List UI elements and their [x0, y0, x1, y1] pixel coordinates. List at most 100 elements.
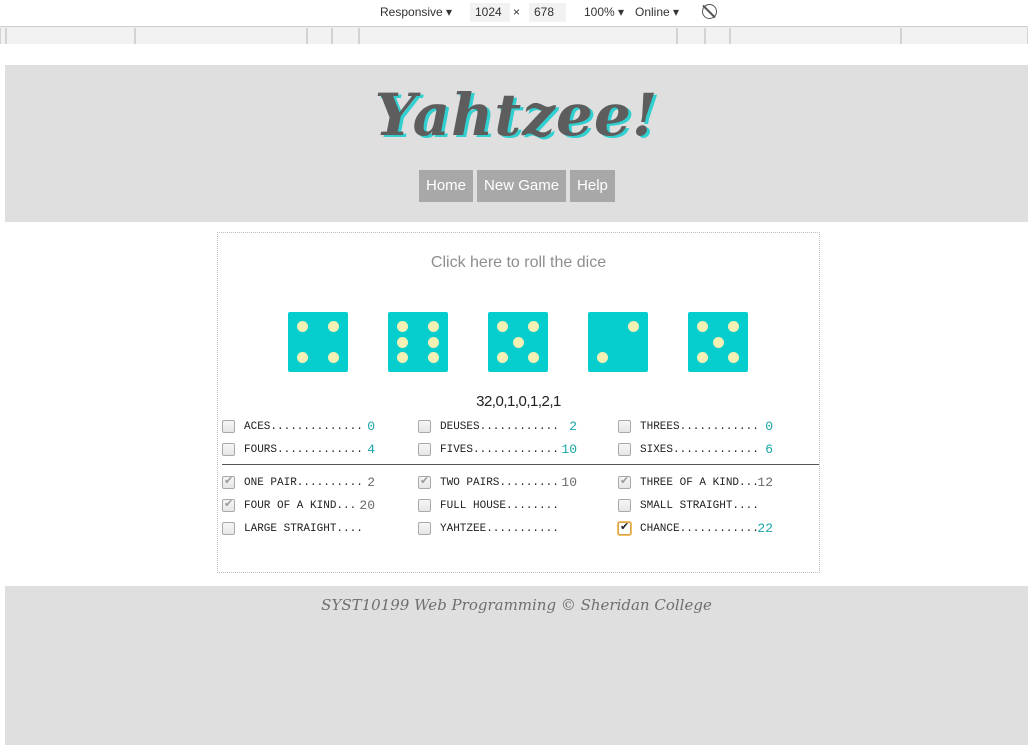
score-cell: SMALL STRAIGHT....: [618, 496, 808, 516]
score-checkbox[interactable]: [222, 474, 235, 489]
score-checkbox[interactable]: [618, 443, 631, 456]
score-value: 12: [757, 475, 773, 490]
ruler-segment[interactable]: [307, 28, 332, 44]
score-checkbox[interactable]: [418, 522, 431, 535]
ruler-segment[interactable]: [730, 28, 901, 44]
site-logo: Yahtzee!: [374, 81, 659, 149]
score-label: LARGE STRAIGHT....: [244, 523, 363, 535]
die-2[interactable]: [388, 312, 448, 372]
score-cell: FOURS............. 4: [222, 440, 412, 460]
die-pip: [428, 321, 439, 332]
score-checkbox[interactable]: [418, 443, 431, 456]
score-checkbox[interactable]: [222, 522, 235, 535]
nav-help[interactable]: Help: [570, 170, 615, 202]
score-label: YAHTZEE...........: [440, 523, 559, 535]
score-cell: CHANCE............22: [618, 519, 808, 539]
score-checkbox[interactable]: [618, 520, 631, 535]
die-pip: [397, 336, 408, 348]
die-pip: [397, 352, 408, 363]
media-query-ruler: [0, 26, 1028, 44]
score-cell: THREE OF A KIND...12: [618, 473, 808, 493]
network-label: Online: [635, 5, 670, 19]
die-pip: [397, 321, 408, 332]
score-checkbox[interactable]: [618, 474, 631, 489]
die-5[interactable]: [688, 312, 748, 372]
die-pip: [697, 321, 708, 332]
die-pip: [712, 336, 724, 348]
score-cell: SIXES............. 6: [618, 440, 808, 460]
score-label: FULL HOUSE........: [440, 500, 559, 512]
score-checkbox[interactable]: [222, 443, 235, 456]
game-board: Click here to roll the dice 32,0,1,0,1,2…: [217, 232, 820, 573]
device-select[interactable]: Responsive ▾: [380, 5, 452, 19]
footer-text: SYST10199 Web Programming © Sheridan Col…: [321, 596, 712, 614]
die-pip: [597, 352, 608, 363]
ruler-segment[interactable]: [332, 28, 359, 44]
score-cell: YAHTZEE...........: [418, 519, 608, 539]
die-pip: [328, 321, 339, 332]
score-value: 6: [765, 442, 773, 457]
score-value: 10: [561, 475, 577, 490]
die-pip: [497, 352, 508, 363]
ruler-segment[interactable]: [901, 28, 1028, 44]
times-symbol: ×: [513, 5, 521, 19]
die-1[interactable]: [288, 312, 348, 372]
score-label: FIVES.............: [440, 444, 559, 456]
score-value: 0: [367, 419, 375, 434]
viewport-height-input[interactable]: 678: [529, 3, 566, 22]
score-cell: FULL HOUSE........: [418, 496, 608, 516]
score-label: DEUSES............: [440, 421, 559, 433]
score-label: THREES............: [640, 421, 759, 433]
main-content: Click here to roll the dice 32,0,1,0,1,2…: [5, 222, 1028, 586]
ruler-segment[interactable]: [6, 28, 135, 44]
site-footer: SYST10199 Web Programming © Sheridan Col…: [5, 586, 1028, 745]
score-label: SIXES.............: [640, 444, 759, 456]
ruler-segment[interactable]: [359, 28, 677, 44]
dice-counts: 32,0,1,0,1,2,1: [476, 393, 561, 410]
score-label: THREE OF A KIND...: [640, 477, 759, 489]
die-pip: [512, 336, 524, 348]
die-3[interactable]: [488, 312, 548, 372]
rotate-icon[interactable]: [702, 4, 717, 19]
network-select[interactable]: Online ▾: [635, 5, 679, 19]
score-value: 22: [757, 521, 773, 536]
score-value: 4: [367, 442, 375, 457]
score-cell: FOUR OF A KIND...20: [222, 496, 412, 516]
score-value: 2: [569, 419, 577, 434]
section-divider: [222, 464, 819, 465]
score-cell: THREES............ 0: [618, 417, 808, 437]
die-4[interactable]: [588, 312, 648, 372]
score-value: 0: [765, 419, 773, 434]
die-pip: [428, 352, 439, 363]
score-checkbox[interactable]: [418, 499, 431, 512]
viewport-width-input[interactable]: 1024: [470, 3, 510, 22]
die-pip: [528, 321, 539, 332]
die-pip: [497, 321, 508, 332]
ruler-segment[interactable]: [705, 28, 730, 44]
die-pip: [528, 352, 539, 363]
site-header: Yahtzee! Home New Game Help: [5, 65, 1028, 222]
die-pip: [697, 352, 708, 363]
nav-home[interactable]: Home: [419, 170, 474, 202]
score-checkbox[interactable]: [222, 497, 235, 512]
die-pip: [628, 321, 639, 332]
score-checkbox[interactable]: [618, 499, 631, 512]
score-checkbox[interactable]: [418, 474, 431, 489]
score-checkbox[interactable]: [418, 420, 431, 433]
ruler-segment[interactable]: [677, 28, 705, 44]
die-pip: [728, 321, 739, 332]
zoom-label: 100%: [584, 5, 615, 19]
score-checkbox[interactable]: [222, 420, 235, 433]
score-label: SMALL STRAIGHT....: [640, 500, 759, 512]
nav-new-game[interactable]: New Game: [477, 170, 567, 202]
score-checkbox[interactable]: [618, 420, 631, 433]
zoom-select[interactable]: 100% ▾: [584, 5, 624, 19]
score-value: 2: [367, 475, 375, 490]
roll-dice-button[interactable]: Click here to roll the dice: [218, 254, 819, 272]
ruler-gap: [0, 44, 1028, 65]
score-cell: FIVES............. 10: [418, 440, 608, 460]
score-value: 20: [359, 498, 375, 513]
main-nav: Home New Game Help: [419, 170, 615, 202]
ruler-segment[interactable]: [135, 28, 307, 44]
die-pip: [328, 352, 339, 363]
